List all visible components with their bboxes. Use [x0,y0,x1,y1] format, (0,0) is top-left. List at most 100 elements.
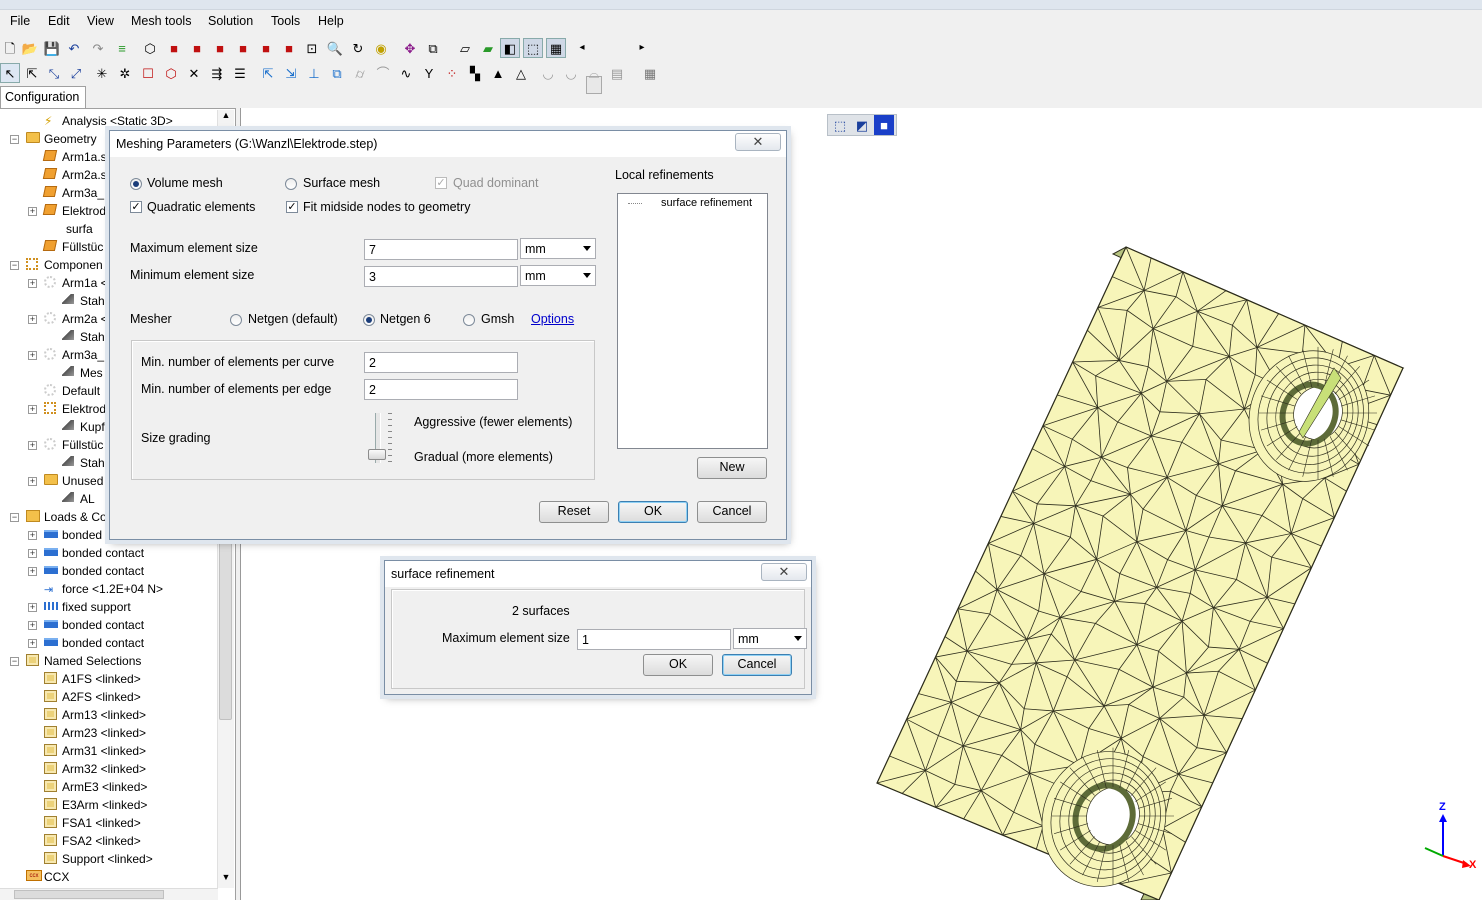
grid-icon[interactable]: ▦ [640,63,660,83]
menu-view[interactable]: View [87,14,114,28]
menu-tools[interactable]: Tools [271,14,300,28]
vertex-icon[interactable]: ✳ [92,63,112,83]
local-refinements-list[interactable]: surface refinement [617,193,768,449]
undo-icon[interactable]: ↶ [64,38,84,58]
tree-row-named-item[interactable]: Arm31 <linked> [0,742,216,760]
clip-icon[interactable]: ▱ [455,38,475,58]
expand-toggle-icon[interactable]: − [10,513,19,522]
menu-help[interactable]: Help [318,14,344,28]
triangle-fill-icon[interactable]: ▲ [488,63,508,83]
ok-button[interactable]: OK [618,501,688,523]
layers-icon[interactable]: ≡ [112,38,132,58]
scatter-icon[interactable]: ⁘ [442,63,462,83]
tree-row-named-item[interactable]: Arm32 <linked> [0,760,216,778]
menu-solution[interactable]: Solution [208,14,253,28]
triangle-outline-icon[interactable]: △ [511,63,531,83]
min-unit-select[interactable]: mm [520,265,596,286]
copy-icon[interactable]: ⧉ [327,63,347,83]
list-icon[interactable]: ☰ [230,63,250,83]
rotate-icon[interactable]: ↻ [348,38,368,58]
scroll-down-icon[interactable]: ▼ [219,872,233,886]
quad-dominant-checkbox[interactable]: ✓ [435,177,447,189]
tree-row-ccx[interactable]: ccx CCX [0,868,216,886]
view-bottom-icon[interactable]: ■ [279,38,299,58]
tree-horizontal-scrollbar[interactable] [0,888,218,900]
tree-row-named-item[interactable]: Support <linked> [0,850,216,868]
expand-toggle-icon[interactable]: + [28,549,37,558]
max-unit-select[interactable]: mm [520,238,596,259]
scroll-up-icon[interactable]: ▲ [219,110,233,124]
tree-row-named-item[interactable]: FSA2 <linked> [0,832,216,850]
expand-toggle-icon[interactable]: + [28,405,37,414]
mesh-display-icon[interactable]: ▦ [546,38,566,58]
size-grading-slider[interactable] [368,449,386,460]
node-icon[interactable]: ✲ [115,63,135,83]
wireframe-icon[interactable]: ⬚ [523,38,543,58]
tree-row-contact-item[interactable]: + bonded contact [0,616,216,634]
body-select-icon[interactable]: ⬡ [161,63,181,83]
scroll-left-icon[interactable]: ◂ [572,38,592,58]
view-back-icon[interactable]: ■ [187,38,207,58]
tree-row-named-item[interactable]: A2FS <linked> [0,688,216,706]
surface-unit-select[interactable]: mm [733,628,807,649]
expand-toggle-icon[interactable]: + [28,639,37,648]
fit-midside-checkbox[interactable]: ✓ [286,201,298,213]
fork-icon[interactable]: Y [419,63,439,83]
local-ref-item[interactable]: surface refinement [661,197,752,209]
menu-edit[interactable]: Edit [48,14,70,28]
expand-toggle-icon[interactable]: + [28,531,37,540]
reset-button[interactable]: Reset [539,501,609,523]
tree-row-named-item[interactable]: Arm23 <linked> [0,724,216,742]
expand-toggle-icon[interactable]: − [10,657,19,666]
pattern-icon[interactable]: ▚ [465,63,485,83]
tab-configuration[interactable]: Configuration [0,86,86,108]
expand-toggle-icon[interactable]: + [28,621,37,630]
open-folder-icon[interactable]: 📂 [20,38,40,58]
surface-cancel-button[interactable]: Cancel [722,654,792,676]
extend-icon[interactable]: ⇲ [281,63,301,83]
netgen-default-radio[interactable] [230,314,242,326]
clear-selection-icon[interactable]: ✕ [184,63,204,83]
max-element-size-input[interactable]: 7 [364,239,518,260]
save-icon[interactable]: 💾 [42,38,62,58]
align-icon[interactable]: ⇶ [207,63,227,83]
tree-row-support-item[interactable]: + fixed support [0,598,216,616]
zoom-icon[interactable]: 🔍 [325,38,345,58]
fit-view-icon[interactable]: ◉ [371,38,391,58]
tree-row-contact-item[interactable]: + bonded contact [0,562,216,580]
quadratic-elements-checkbox[interactable]: ✓ [130,201,142,213]
face-select-icon[interactable]: ☐ [138,63,158,83]
expand-toggle-icon[interactable]: + [28,441,37,450]
tree-row-analysis[interactable]: ⚡ Analysis <Static 3D> [0,112,216,130]
menu-file[interactable]: File [10,14,30,28]
tree-hscroll-thumb[interactable] [14,890,164,899]
options-link[interactable]: Options [531,312,574,326]
tree-row-named-item[interactable]: E3Arm <linked> [0,796,216,814]
iso-view-icon[interactable]: ⬡ [140,38,160,58]
tree-row-named-item[interactable]: ArmE3 <linked> [0,778,216,796]
expand-toggle-icon[interactable]: + [28,351,37,360]
tree-row-force-item[interactable]: ⇥ force <1.2E+04 N> [0,580,216,598]
expand-toggle-icon[interactable]: − [10,135,19,144]
surface-mesh-radio[interactable] [285,178,297,190]
close-icon[interactable]: ✕ [761,563,807,581]
expand-toggle-icon[interactable]: + [28,207,37,216]
probe-icon[interactable]: ✥ [400,38,420,58]
expand-toggle-icon[interactable]: − [10,261,19,270]
curve-icon[interactable]: ∿ [396,63,416,83]
expand-toggle-icon[interactable]: + [28,477,37,486]
tree-row-contact-item[interactable]: + bonded contact [0,544,216,562]
view-front-icon[interactable]: ■ [164,38,184,58]
select-point-icon[interactable]: ⇱ [22,63,42,83]
select-face-icon[interactable]: ⤢ [66,63,86,83]
netgen6-radio[interactable] [363,314,375,326]
surface-ok-button[interactable]: OK [643,654,713,676]
select-edge-icon[interactable]: ⤡ [44,63,64,83]
select-pointer-icon[interactable]: ↖ [0,63,20,83]
gmsh-radio[interactable] [463,314,475,326]
close-icon[interactable]: ✕ [735,133,781,151]
move-icon[interactable]: ⇱ [258,63,278,83]
tree-row-named-item[interactable]: A1FS <linked> [0,670,216,688]
tree-row-named-item[interactable]: Arm13 <linked> [0,706,216,724]
bowl-icon[interactable]: ◡ [538,63,558,83]
